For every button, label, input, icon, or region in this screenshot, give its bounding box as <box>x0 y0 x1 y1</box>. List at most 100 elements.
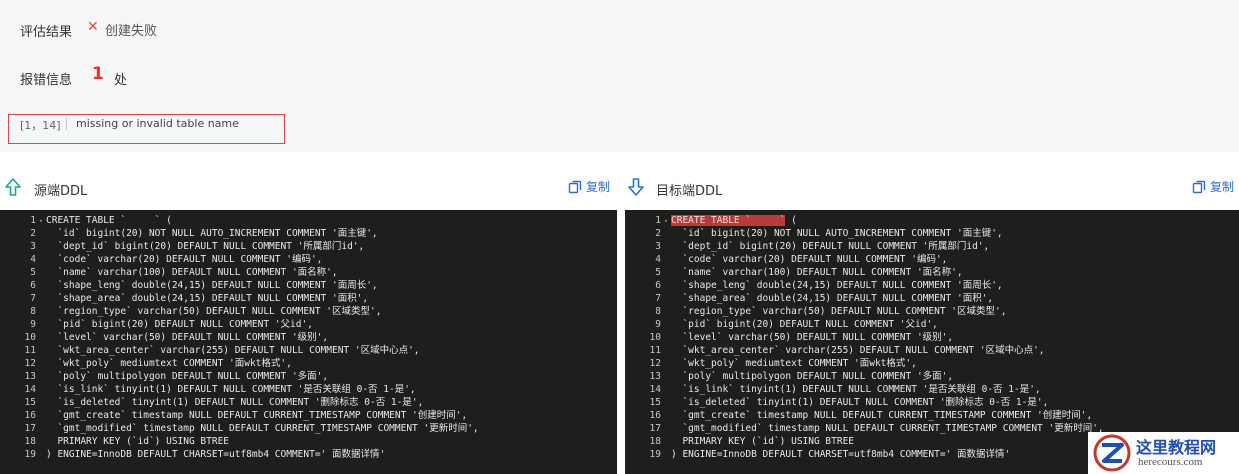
code-line: 11 `wkt_area_center` varchar(255) DEFAUL… <box>0 344 420 357</box>
line-number: 18 <box>24 436 36 447</box>
line-number: 16 <box>649 410 661 421</box>
code-text: `dept_id` bigint(20) DEFAULT NULL COMMEN… <box>46 241 365 252</box>
line-number: 19 <box>24 449 36 460</box>
site-logo-icon <box>1093 434 1131 472</box>
line-number: 6 <box>655 280 661 291</box>
line-number: 1 <box>30 215 36 226</box>
line-number: 8 <box>30 306 36 317</box>
line-number: 5 <box>30 267 36 278</box>
code-line: 8 `region_type` varchar(50) DEFAULT NULL… <box>625 305 1006 318</box>
code-line: 9 `pid` bigint(20) DEFAULT NULL COMMENT … <box>0 318 313 331</box>
code-line: 15 `is_deleted` tinyint(1) DEFAULT NULL … <box>0 396 424 409</box>
error-message: missing or invalid table name <box>76 117 239 130</box>
code-line: 1 ▾ CREATE TABLE ` ` ( <box>0 214 172 227</box>
code-line: 16 `gmt_create` timestamp NULL DEFAULT C… <box>0 409 468 422</box>
code-text: `level` varchar(50) DEFAULT NULL COMMENT… <box>46 332 329 343</box>
line-number: 11 <box>24 345 36 356</box>
code-text: `id` bigint(20) NOT NULL AUTO_INCREMENT … <box>671 228 1003 239</box>
code-text: `dept_id` bigint(20) DEFAULT NULL COMMEN… <box>671 241 990 252</box>
line-number: 19 <box>649 449 661 460</box>
code-line: 18 PRIMARY KEY (`id`) USING BTREE <box>625 435 854 448</box>
line-number: 12 <box>24 358 36 369</box>
code-text: `shape_area` double(24,15) DEFAULT NULL … <box>671 293 994 304</box>
code-text: `wkt_poly` mediumtext COMMENT '面wkt格式', <box>671 358 917 369</box>
code-text: CREATE TABLE ` ` ( <box>46 215 172 226</box>
code-text: `wkt_area_center` varchar(255) DEFAULT N… <box>46 345 420 356</box>
code-text: PRIMARY KEY (`id`) USING BTREE <box>46 436 230 447</box>
code-text: `gmt_modified` timestamp NULL DEFAULT CU… <box>46 423 479 434</box>
code-text: `wkt_poly` mediumtext COMMENT '面wkt格式', <box>46 358 292 369</box>
code-line: 5 `name` varchar(100) DEFAULT NULL COMME… <box>625 266 963 279</box>
code-line: 18 PRIMARY KEY (`id`) USING BTREE <box>0 435 229 448</box>
line-number: 10 <box>649 332 661 343</box>
line-number: 17 <box>24 423 36 434</box>
code-line: 14 `is_link` tinyint(1) DEFAULT NULL COM… <box>625 383 1041 396</box>
code-text: `level` varchar(50) DEFAULT NULL COMMENT… <box>671 332 954 343</box>
eval-result-label: 评估结果 <box>20 25 73 40</box>
source-copy-button[interactable]: 复制 <box>568 178 610 195</box>
line-number: 2 <box>30 228 36 239</box>
code-text: `shape_leng` double(24,15) DEFAULT NULL … <box>46 280 378 291</box>
code-line: 4 `code` varchar(20) DEFAULT NULL COMMEN… <box>625 253 947 266</box>
code-line: 3 `dept_id` bigint(20) DEFAULT NULL COMM… <box>0 240 364 253</box>
code-line: 11 `wkt_area_center` varchar(255) DEFAUL… <box>625 344 1045 357</box>
line-number: 10 <box>24 332 36 343</box>
code-line: 17 `gmt_modified` timestamp NULL DEFAULT… <box>0 422 479 435</box>
watermark-url: herecours.com <box>1138 456 1203 468</box>
code-line: 7 `shape_area` double(24,15) DEFAULT NUL… <box>0 292 368 305</box>
code-line: 12 `wkt_poly` mediumtext COMMENT '面wkt格式… <box>0 357 292 370</box>
code-text: `shape_area` double(24,15) DEFAULT NULL … <box>46 293 369 304</box>
code-line: 2 `id` bigint(20) NOT NULL AUTO_INCREMEN… <box>0 227 378 240</box>
target-ddl-title: 目标端DDL <box>656 184 723 199</box>
code-text: `id` bigint(20) NOT NULL AUTO_INCREMENT … <box>46 228 378 239</box>
copy-icon <box>568 180 582 193</box>
code-line: 16 `gmt_create` timestamp NULL DEFAULT C… <box>625 409 1093 422</box>
line-number: 13 <box>24 371 36 382</box>
gutter-space <box>36 449 46 462</box>
line-number: 17 <box>649 423 661 434</box>
code-text: ) ENGINE=InnoDB DEFAULT CHARSET=utf8mb4 … <box>46 449 386 460</box>
code-text: CREATE TABLE ` ` ( <box>671 215 797 226</box>
code-text: `name` varchar(100) DEFAULT NULL COMMENT… <box>671 267 963 278</box>
arrow-up-icon <box>5 178 21 196</box>
code-text: `code` varchar(20) DEFAULT NULL COMMENT … <box>46 254 323 265</box>
line-number: 9 <box>30 319 36 330</box>
code-line: 7 `shape_area` double(24,15) DEFAULT NUL… <box>625 292 993 305</box>
line-number: 13 <box>649 371 661 382</box>
line-number: 14 <box>649 384 661 395</box>
target-copy-button[interactable]: 复制 <box>1192 178 1234 195</box>
code-text: `is_link` tinyint(1) DEFAULT NULL COMMEN… <box>46 384 416 395</box>
code-line: 12 `wkt_poly` mediumtext COMMENT '面wkt格式… <box>625 357 917 370</box>
code-line: 5 `name` varchar(100) DEFAULT NULL COMME… <box>0 266 338 279</box>
code-line: 17 `gmt_modified` timestamp NULL DEFAULT… <box>625 422 1104 435</box>
line-number: 4 <box>655 254 661 265</box>
code-line: 6 `shape_leng` double(24,15) DEFAULT NUL… <box>0 279 378 292</box>
line-number: 9 <box>655 319 661 330</box>
code-line: 10 `level` varchar(50) DEFAULT NULL COMM… <box>0 331 329 344</box>
error-info-label: 报错信息 <box>20 73 73 88</box>
code-line: 19 ) ENGINE=InnoDB DEFAULT CHARSET=utf8m… <box>0 448 386 462</box>
code-text: PRIMARY KEY (`id`) USING BTREE <box>671 436 855 447</box>
code-text: `name` varchar(100) DEFAULT NULL COMMENT… <box>46 267 338 278</box>
line-number: 6 <box>30 280 36 291</box>
code-text: `code` varchar(20) DEFAULT NULL COMMENT … <box>671 254 948 265</box>
code-text: `shape_leng` double(24,15) DEFAULT NULL … <box>671 280 1003 291</box>
code-line: 13 `poly` multipolygon DEFAULT NULL COMM… <box>0 370 329 383</box>
source-ddl-editor[interactable]: 1 ▾ CREATE TABLE ` ` (2 `id` bigint(20) NO… <box>0 210 617 474</box>
code-text: `pid` bigint(20) DEFAULT NULL COMMENT '父… <box>46 319 313 330</box>
code-text: `is_link` tinyint(1) DEFAULT NULL COMMEN… <box>671 384 1041 395</box>
line-number: 18 <box>649 436 661 447</box>
error-separator <box>66 117 67 130</box>
code-line: 3 `dept_id` bigint(20) DEFAULT NULL COMM… <box>625 240 989 253</box>
error-count-unit: 处 <box>114 73 128 88</box>
line-number: 14 <box>24 384 36 395</box>
line-number: 1 <box>655 215 661 226</box>
line-number: 3 <box>655 241 661 252</box>
line-number: 8 <box>655 306 661 317</box>
code-text: ) ENGINE=InnoDB DEFAULT CHARSET=utf8mb4 … <box>671 449 1011 460</box>
source-copy-label: 复制 <box>586 180 611 194</box>
code-text: `gmt_create` timestamp NULL DEFAULT CURR… <box>671 410 1093 421</box>
code-text: `gmt_modified` timestamp NULL DEFAULT CU… <box>671 423 1104 434</box>
line-number: 12 <box>649 358 661 369</box>
watermark: 这里教程网 herecours.com <box>1088 432 1239 474</box>
